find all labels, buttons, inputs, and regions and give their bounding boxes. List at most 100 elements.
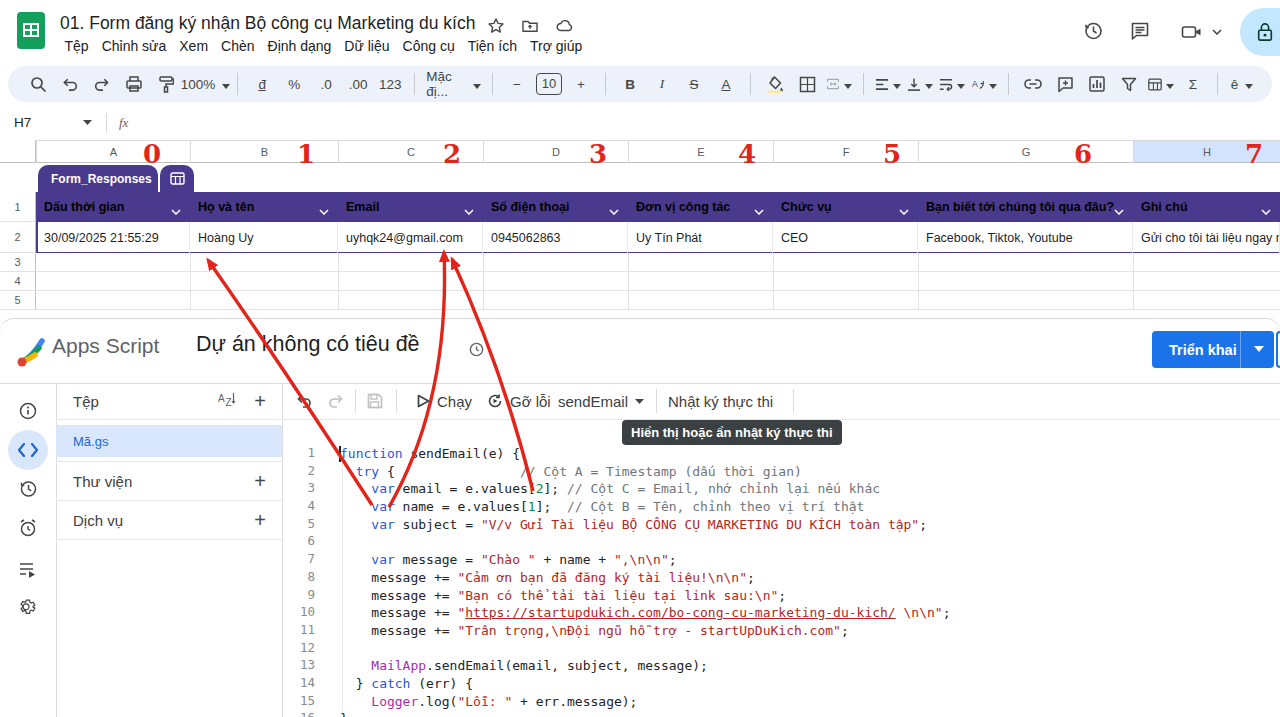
horizontal-align-icon[interactable] [875,71,901,97]
format-currency[interactable]: đ [249,71,275,97]
font-size-box[interactable]: 10 [536,71,562,97]
add-service-icon[interactable]: + [254,509,266,532]
name-box[interactable]: H7 [0,115,100,130]
vertical-align-icon[interactable] [907,71,933,97]
table-header-cell[interactable]: Email [338,192,483,222]
paint-format-icon[interactable] [153,71,179,97]
menu-7[interactable]: Công cụ [396,36,461,56]
format-percent[interactable]: % [281,71,307,97]
menu-4[interactable]: Chèn [215,36,261,56]
merge-cells-icon[interactable] [826,71,852,97]
cell-B2[interactable]: Hoàng Uy [190,222,338,253]
apps-script-logo[interactable] [14,331,50,375]
table-header-cell[interactable]: Chức vụ [773,192,918,222]
menu-3[interactable]: Xem [173,36,215,56]
increase-font-size[interactable]: + [568,71,594,97]
font-select[interactable]: Mặc đị... [426,71,481,97]
meet-icon[interactable] [1180,21,1222,43]
menu-1[interactable]: Tệp [58,36,95,56]
table-header-cell[interactable]: Dấu thời gian [36,192,190,222]
text-wrap-icon[interactable] [939,71,965,97]
cell-H2[interactable]: Gửi cho tôi tài liệu ngay n [1133,222,1280,253]
input-tools-icon[interactable]: ê [1229,71,1255,97]
execution-log-button[interactable]: Nhật ký thực thi [668,383,773,419]
menu-5[interactable]: Định dạng [261,36,338,56]
cell-A2[interactable]: 30/09/2025 21:55:29 [36,222,190,253]
editor-icon[interactable] [8,430,48,470]
row-header-2[interactable]: 2 [0,222,36,253]
deploy-button[interactable]: Triển khai [1152,331,1274,368]
filter-icon[interactable] [1116,71,1142,97]
row-header-4[interactable]: 4 [0,272,36,291]
table-header-cell[interactable]: Ghi chú [1133,192,1280,222]
add-library-icon[interactable]: + [254,470,266,493]
comments-icon[interactable] [1129,20,1151,42]
italic-button[interactable]: I [649,71,675,97]
debug-button[interactable]: Gỡ lỗi [487,383,551,419]
libraries-row[interactable]: Thư viện+ [56,461,282,500]
grid-corner[interactable] [0,140,36,163]
menu-2[interactable]: Chỉnh sửa [95,36,173,56]
sum-functions-icon[interactable]: Σ [1180,71,1206,97]
function-select[interactable]: sendEmail [558,383,644,419]
menu-9[interactable]: Trợ giúp [523,36,588,56]
apps-script-brand[interactable]: Apps Script [52,334,159,358]
cell-E2[interactable]: Uy Tín Phát [628,222,773,253]
decrease-font-size[interactable]: − [504,71,530,97]
column-header-C[interactable]: C [338,140,483,163]
project-history-icon[interactable] [8,469,48,509]
sheet-tab[interactable]: Form_Responses [38,165,158,192]
undo-icon[interactable] [295,383,313,419]
row-header-5[interactable]: 5 [0,291,36,310]
table-header-cell[interactable]: Số điện thoại [483,192,628,222]
table-header-cell[interactable]: Đơn vị công tác [628,192,773,222]
triggers-icon[interactable] [8,508,48,548]
move-folder-icon[interactable] [521,17,539,35]
executions-icon[interactable] [8,549,48,589]
increase-decimals[interactable]: .00 [345,71,371,97]
document-title[interactable]: 01. Form đăng ký nhận Bộ công cụ Marketi… [60,13,475,34]
strikethrough-button[interactable]: S [681,71,707,97]
bold-button[interactable]: B [617,71,643,97]
row-header-3[interactable]: 3 [0,253,36,272]
insert-link-icon[interactable] [1020,71,1046,97]
table-header-cell[interactable]: Bạn biết tới chúng tôi qua đâu? [918,192,1133,222]
cloud-status-icon[interactable] [555,17,575,35]
menu-8[interactable]: Tiện ích [461,36,523,56]
redo-icon[interactable] [327,383,345,419]
services-row[interactable]: Dịch vụ+ [56,500,282,539]
version-history-icon[interactable] [1082,20,1104,42]
run-button[interactable]: Chạy [416,383,472,419]
file-item-selected[interactable]: Mã.gs [56,425,282,457]
insert-comment-icon[interactable] [1052,71,1078,97]
menu-6[interactable]: Dữ liệu [338,36,396,56]
column-header-B[interactable]: B [190,140,338,163]
undo-icon[interactable] [57,71,83,97]
share-button[interactable] [1240,8,1280,56]
borders-icon[interactable] [794,71,820,97]
code-editor[interactable]: function sendEmail(e) { try { // Cột A =… [340,445,951,717]
sheets-logo[interactable] [17,12,45,49]
cell-F2[interactable]: CEO [773,222,918,253]
search-icon[interactable] [25,71,51,97]
decrease-decimals[interactable]: .0 [313,71,339,97]
cell-C2[interactable]: uyhqk24@gmail.com [338,222,483,253]
save-icon[interactable] [366,383,384,419]
redo-icon[interactable] [89,71,115,97]
table-icon-tab[interactable] [160,165,194,192]
table-view-icon[interactable] [1148,71,1174,97]
insert-chart-icon[interactable] [1084,71,1110,97]
cell-G2[interactable]: Facebook, Tiktok, Youtube [918,222,1133,253]
table-header-cell[interactable]: Họ và tên [190,192,338,222]
cell-D2[interactable]: 0945062863 [483,222,628,253]
text-color-button[interactable]: A [713,71,739,97]
column-header-A[interactable]: A [36,140,190,163]
print-icon[interactable] [121,71,147,97]
column-header-G[interactable]: G [918,140,1133,163]
star-icon[interactable] [487,17,505,35]
row-header-1[interactable]: 1 [0,192,36,222]
settings-gear-icon[interactable] [8,587,48,627]
more-formats[interactable]: 123 [377,71,403,97]
project-title[interactable]: Dự án không có tiêu đề [196,332,420,357]
fill-color-icon[interactable] [762,71,788,97]
